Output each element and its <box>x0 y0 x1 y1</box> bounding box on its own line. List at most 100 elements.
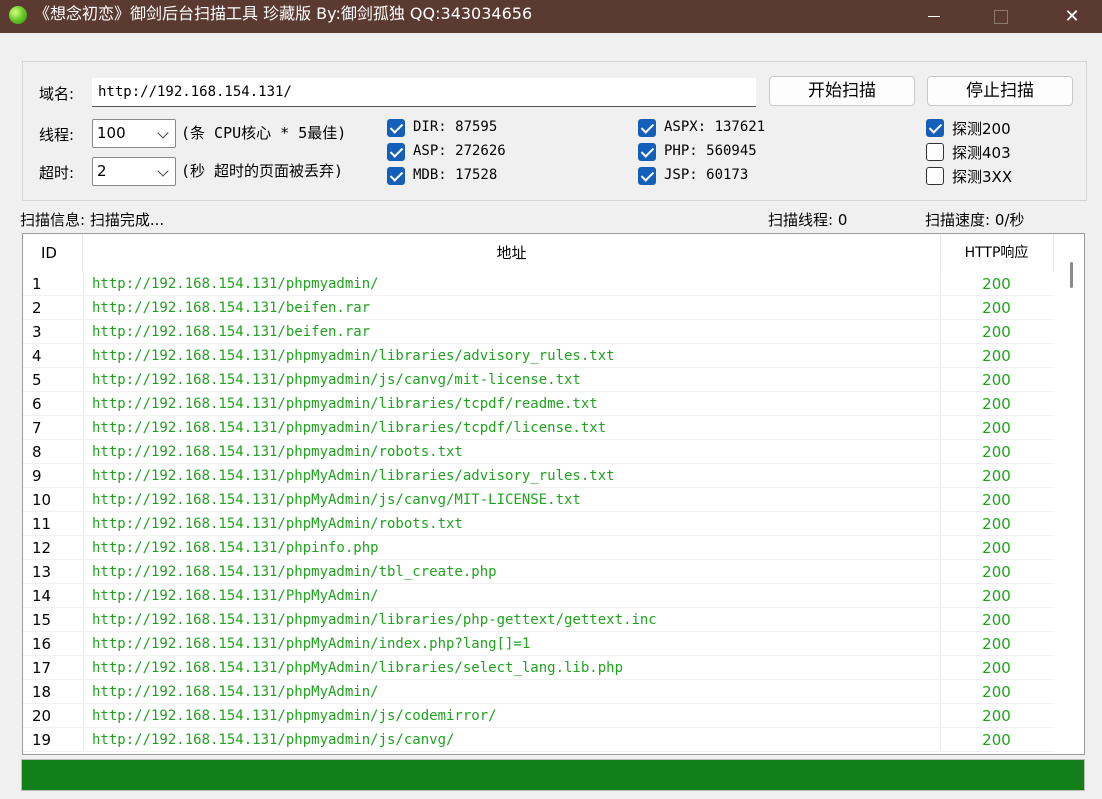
row-id: 12 <box>32 539 52 557</box>
dict-checkbox[interactable] <box>387 167 405 185</box>
row-http-code: 200 <box>982 395 1011 413</box>
threads-hint: (条 CPU核心 * 5最佳) <box>181 124 347 142</box>
minimize-icon <box>928 16 940 17</box>
table-row[interactable]: 11 http://192.168.154.131/phpMyAdmin/robo… <box>23 512 1053 536</box>
table-row[interactable]: 7 http://192.168.154.131/phpmyadmin/libra… <box>23 416 1053 440</box>
domain-label: 域名: <box>39 85 75 103</box>
row-url: http://192.168.154.131/phpMyAdmin/js/can… <box>92 492 581 508</box>
scan-speed: 扫描速度: 0/秒 <box>925 211 1025 229</box>
maximize-icon <box>994 9 1008 24</box>
detect-label: 探测3XX <box>952 168 1013 186</box>
scan-info: 扫描信息: 扫描完成... <box>20 211 165 229</box>
app-icon <box>9 6 27 24</box>
domain-input[interactable] <box>92 78 756 107</box>
table-row[interactable]: 12 http://192.168.154.131/phpinfo.php 200 <box>23 536 1053 560</box>
column-header-url[interactable]: 地址 <box>83 234 941 272</box>
row-id: 19 <box>32 731 52 749</box>
row-url: http://192.168.154.131/phpmyadmin/librar… <box>92 420 607 436</box>
close-icon: ✕ <box>1064 6 1080 27</box>
minimize-button[interactable] <box>911 0 957 33</box>
table-row[interactable]: 13 http://192.168.154.131/phpmyadmin/tbl_… <box>23 560 1053 584</box>
table-row[interactable]: 16 http://192.168.154.131/phpMyAdmin/inde… <box>23 632 1053 656</box>
table-row[interactable]: 15 http://192.168.154.131/phpmyadmin/libr… <box>23 608 1053 632</box>
scrollbar-thumb[interactable] <box>1070 262 1073 288</box>
row-http-code: 200 <box>982 539 1011 557</box>
timeout-select[interactable]: 2 <box>92 157 176 186</box>
timeout-hint: (秒 超时的页面被丢弃) <box>181 162 344 180</box>
table-row[interactable]: 10 http://192.168.154.131/phpMyAdmin/js/c… <box>23 488 1053 512</box>
results-table[interactable]: ID 地址 HTTP响应 1 http://192.168.154.131/php… <box>22 233 1085 755</box>
timeout-value: 2 <box>97 162 107 180</box>
detect-checkbox[interactable] <box>926 167 944 185</box>
table-row[interactable]: 19 http://192.168.154.131/phpmyadmin/js/c… <box>23 728 1053 752</box>
row-http-code: 200 <box>982 515 1011 533</box>
table-row[interactable]: 4 http://192.168.154.131/phpmyadmin/libra… <box>23 344 1053 368</box>
dict-label: ASP: 272626 <box>413 143 506 159</box>
row-url: http://192.168.154.131/beifen.rar <box>92 324 371 340</box>
detect-checkbox[interactable] <box>926 119 944 137</box>
row-id: 8 <box>32 443 42 461</box>
close-button[interactable]: ✕ <box>1049 0 1095 33</box>
table-row[interactable]: 3 http://192.168.154.131/beifen.rar 200 <box>23 320 1053 344</box>
table-row[interactable]: 8 http://192.168.154.131/phpmyadmin/robot… <box>23 440 1053 464</box>
chevron-down-icon <box>157 127 169 139</box>
table-row[interactable]: 1 http://192.168.154.131/phpmyadmin/200 <box>23 272 1053 296</box>
table-row[interactable]: 6 http://192.168.154.131/phpmyadmin/libra… <box>23 392 1053 416</box>
table-row[interactable]: 14 http://192.168.154.131/PhpMyAdmin/200 <box>23 584 1053 608</box>
row-id: 11 <box>32 515 52 533</box>
detect-checkbox[interactable] <box>926 143 944 161</box>
row-http-code: 200 <box>982 347 1011 365</box>
stop-scan-button[interactable]: 停止扫描 <box>927 76 1073 106</box>
title-bar: 《想念初恋》御剑后台扫描工具 珍藏版 By:御剑孤独 QQ:343034656 … <box>0 0 1102 33</box>
dict-checkbox[interactable] <box>638 119 656 137</box>
row-http-code: 200 <box>982 275 1011 293</box>
row-id: 16 <box>32 635 52 653</box>
row-http-code: 200 <box>982 659 1011 677</box>
row-url: http://192.168.154.131/phpMyAdmin/ <box>92 684 379 700</box>
window-title: 《想念初恋》御剑后台扫描工具 珍藏版 By:御剑孤独 QQ:343034656 <box>34 4 533 23</box>
row-http-code: 200 <box>982 611 1011 629</box>
dict-checkbox[interactable] <box>387 119 405 137</box>
row-id: 5 <box>32 371 42 389</box>
start-scan-button[interactable]: 开始扫描 <box>769 76 915 106</box>
row-http-code: 200 <box>982 683 1011 701</box>
timeout-label: 超时: <box>39 164 75 182</box>
dict-label: MDB: 17528 <box>413 167 498 183</box>
row-url: http://192.168.154.131/phpmyadmin/ <box>92 276 379 292</box>
row-url: http://192.168.154.131/phpmyadmin/robots… <box>92 444 463 460</box>
row-url: http://192.168.154.131/phpmyadmin/tbl_cr… <box>92 564 497 580</box>
row-url: http://192.168.154.131/phpMyAdmin/index.… <box>92 636 531 652</box>
table-row[interactable]: 5 http://192.168.154.131/phpmyadmin/js/ca… <box>23 368 1053 392</box>
row-http-code: 200 <box>982 443 1011 461</box>
row-http-code: 200 <box>982 563 1011 581</box>
dict-checkbox[interactable] <box>638 143 656 161</box>
maximize-button[interactable] <box>978 0 1024 33</box>
row-id: 2 <box>32 299 42 317</box>
table-row[interactable]: 20 http://192.168.154.131/phpmyadmin/js/c… <box>23 704 1053 728</box>
row-id: 10 <box>32 491 52 509</box>
progress-bar <box>21 759 1085 791</box>
row-http-code: 200 <box>982 707 1011 725</box>
table-row[interactable]: 18 http://192.168.154.131/phpMyAdmin/200 <box>23 680 1053 704</box>
threads-select[interactable]: 100 <box>92 119 176 148</box>
table-row[interactable]: 17 http://192.168.154.131/phpMyAdmin/libr… <box>23 656 1053 680</box>
row-url: http://192.168.154.131/phpmyadmin/librar… <box>92 612 657 628</box>
table-row[interactable]: 9 http://192.168.154.131/phpMyAdmin/libra… <box>23 464 1053 488</box>
column-header-id[interactable]: ID <box>23 234 83 272</box>
scan-threads: 扫描线程: 0 <box>768 211 848 229</box>
column-header-http[interactable]: HTTP响应 <box>940 234 1054 272</box>
row-id: 15 <box>32 611 52 629</box>
dict-checkbox[interactable] <box>638 167 656 185</box>
row-http-code: 200 <box>982 491 1011 509</box>
row-http-code: 200 <box>982 635 1011 653</box>
row-url: http://192.168.154.131/phpMyAdmin/librar… <box>92 660 624 676</box>
dict-label: ASPX: 137621 <box>664 119 766 135</box>
dict-label: DIR: 87595 <box>413 119 498 135</box>
scrollbar[interactable] <box>1054 234 1084 754</box>
dict-checkbox[interactable] <box>387 143 405 161</box>
row-id: 14 <box>32 587 52 605</box>
row-url: http://192.168.154.131/beifen.rar <box>92 300 371 316</box>
row-http-code: 200 <box>982 467 1011 485</box>
table-row[interactable]: 2 http://192.168.154.131/beifen.rar 200 <box>23 296 1053 320</box>
chevron-down-icon <box>157 165 169 177</box>
